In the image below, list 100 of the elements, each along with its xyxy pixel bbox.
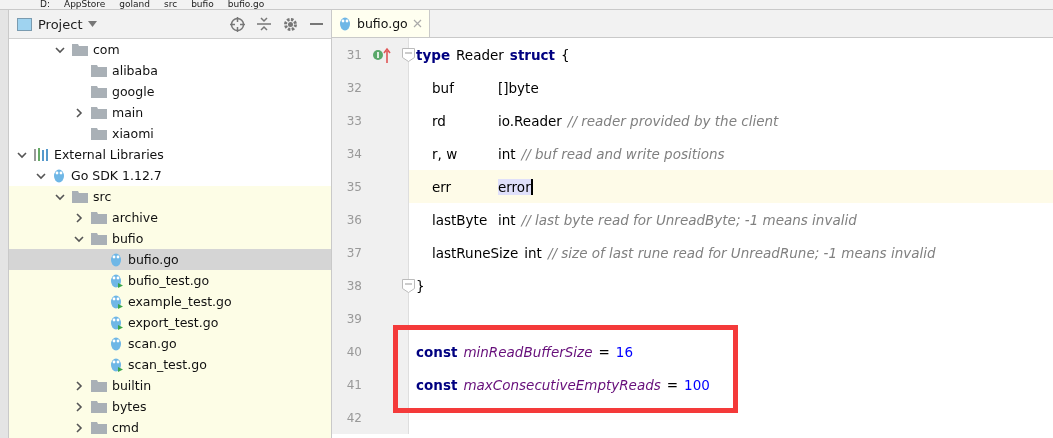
tree-item[interactable]: bufio (9, 228, 331, 249)
breadcrumb[interactable]: goland (119, 0, 150, 9)
code-token: = (666, 376, 679, 393)
code-token: io.Reader (498, 112, 562, 129)
window-icon (17, 17, 32, 31)
code-token: Reader (456, 46, 504, 63)
chevron-right-icon[interactable] (74, 107, 84, 118)
tree-item[interactable]: bufio_test.go (9, 270, 331, 291)
code-token: type (416, 46, 451, 63)
line-number: 32 (345, 80, 362, 95)
folder-icon (91, 127, 107, 140)
code-token: rd (432, 112, 447, 129)
gopher-test-icon (110, 315, 123, 330)
breadcrumb[interactable]: D: (40, 0, 50, 9)
folder-icon (91, 232, 107, 245)
code-token: { (561, 46, 570, 63)
folder-icon (91, 106, 107, 119)
gopher-test-icon (110, 357, 123, 372)
folder-icon (91, 85, 107, 98)
tree-item[interactable]: export_test.go (9, 312, 331, 333)
line-number: 39 (345, 311, 362, 326)
line-number: 31 (345, 47, 362, 62)
implements-marker-icon[interactable] (372, 46, 392, 63)
line-number: 34 (345, 146, 362, 161)
breadcrumb[interactable]: src (164, 0, 178, 9)
tree-item[interactable]: scan.go (9, 333, 331, 354)
code-token: = (598, 343, 610, 360)
chevron-down-icon[interactable] (74, 233, 84, 244)
gopher-test-icon (110, 294, 123, 309)
code-token: buf (432, 79, 456, 96)
breadcrumb[interactable]: bufio.go (227, 0, 265, 9)
breadcrumb[interactable]: AppStore (63, 0, 106, 9)
folder-icon (91, 64, 107, 77)
line-number: 37 (345, 245, 362, 260)
code-token: []byte (498, 79, 539, 96)
code-token: // reader provided by the client (567, 112, 779, 129)
minimize-icon[interactable] (310, 22, 323, 26)
chevron-right-icon[interactable] (74, 401, 84, 412)
folder-icon (91, 211, 107, 224)
locate-icon[interactable] (230, 16, 245, 32)
chevron-down-icon[interactable] (36, 170, 46, 181)
code-token: const (416, 343, 458, 360)
code-token: struct (509, 46, 556, 63)
fold-marker-icon[interactable] (402, 47, 415, 62)
code-token: maxConsecutiveEmptyReads (463, 376, 661, 393)
folder-icon (72, 190, 88, 203)
tree-item[interactable]: example_test.go (9, 291, 331, 312)
gopher-icon (339, 16, 352, 31)
line-number: 42 (345, 410, 362, 425)
fold-marker-icon[interactable] (402, 278, 415, 293)
folder-icon (72, 43, 88, 56)
line-number: 35 (345, 179, 362, 194)
folder-icon (91, 421, 107, 434)
chevron-right-icon[interactable] (74, 212, 84, 223)
code-token: lastRuneSize (432, 244, 519, 261)
tree-item[interactable]: cmd (9, 417, 331, 438)
editor-tab[interactable]: bufio.go (332, 10, 430, 37)
gopher-icon (110, 252, 123, 267)
folder-icon (91, 400, 107, 413)
gopher-test-icon (110, 273, 123, 288)
code-token: int (524, 244, 542, 261)
code-token: // last byte read for UnreadByte; -1 means invalid (521, 211, 857, 228)
code-token: } (416, 277, 425, 294)
tree-item[interactable]: bytes (9, 396, 331, 417)
tree-item[interactable]: scan_test.go (9, 354, 331, 375)
gopher-icon (110, 336, 123, 351)
folder-icon (91, 379, 107, 392)
code-token: // buf read and write positions (521, 145, 725, 162)
code-token: err (432, 178, 453, 195)
chevron-down-icon[interactable] (55, 44, 65, 55)
chevron-down-icon[interactable] (55, 191, 65, 202)
chevron-right-icon[interactable] (74, 422, 84, 433)
line-number: 38 (345, 278, 362, 293)
tree-item[interactable]: builtin (9, 375, 331, 396)
code-token: error (498, 178, 533, 195)
library-icon (34, 148, 49, 161)
code-token: int (498, 211, 516, 228)
panel-title[interactable]: Project (38, 16, 83, 32)
code-token: 16 (615, 343, 633, 360)
code-token: const (416, 376, 458, 393)
line-number: 33 (345, 113, 362, 128)
settings-icon[interactable] (283, 16, 298, 32)
chevron-down-icon[interactable] (17, 149, 27, 160)
code-token: r, w (432, 145, 459, 162)
collapse-all-icon[interactable] (257, 17, 271, 31)
line-number: 41 (345, 377, 362, 392)
code-token: // size of last rune read for UnreadRune; -1 means invalid (547, 244, 936, 261)
line-number: 40 (345, 344, 362, 359)
line-number: 36 (345, 212, 362, 227)
caret-icon[interactable] (88, 21, 98, 27)
gopher-icon (53, 168, 66, 183)
chevron-right-icon[interactable] (74, 380, 84, 391)
breadcrumb[interactable]: bufio (191, 0, 214, 9)
code-token: minReadBufferSize (463, 343, 593, 360)
tree-item[interactable]: archive (9, 207, 331, 228)
code-token: int (498, 145, 516, 162)
code-token: 100 (684, 376, 710, 393)
code-token: lastByte (432, 211, 489, 228)
tree-item[interactable]: src (9, 186, 331, 207)
tree-item[interactable]: bufio.go (9, 249, 331, 270)
